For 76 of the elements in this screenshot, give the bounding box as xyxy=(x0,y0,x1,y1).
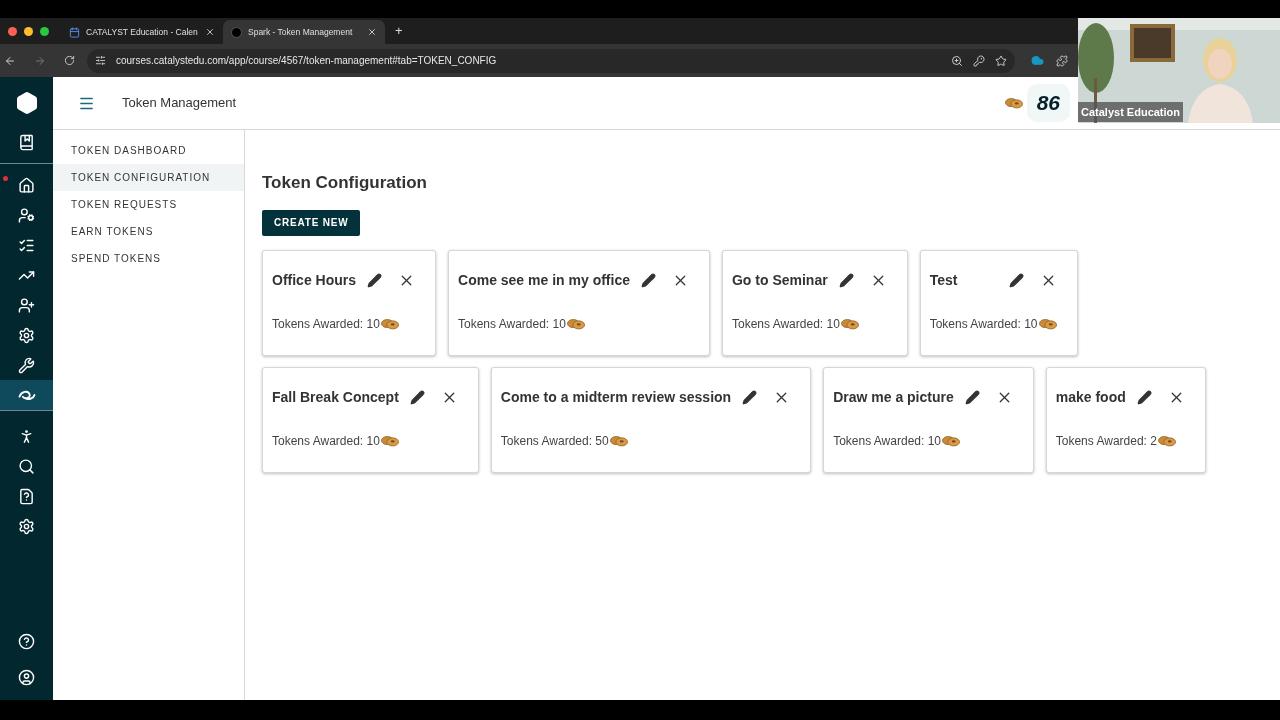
video-caption: Catalyst Education xyxy=(1078,101,1184,122)
site-icon xyxy=(231,26,242,38)
tokens-awarded: Tokens Awarded: 10 xyxy=(929,315,1038,333)
token-icon xyxy=(380,317,399,330)
user-gear-icon xyxy=(18,206,35,224)
token-icon xyxy=(942,434,960,447)
quiz-icon xyxy=(18,487,35,505)
card-title: Go to Seminar xyxy=(731,271,828,290)
token-icon xyxy=(1157,434,1176,447)
settings-icon xyxy=(18,517,35,535)
nav-item[interactable]: TOKEN REQUESTS xyxy=(53,191,244,218)
pencil-icon xyxy=(742,390,758,405)
key-icon[interactable] xyxy=(973,54,985,67)
tokens-awarded: Tokens Awarded: 10 xyxy=(731,315,840,333)
address-bar[interactable]: courses.catalystedu.com/app/course/4567/token-management#tab=TOKEN_CONFIG xyxy=(87,48,1015,73)
pencil-icon xyxy=(1136,390,1152,405)
token-balance: 86 xyxy=(1026,84,1070,122)
tokens-awarded: Tokens Awarded: 50 xyxy=(500,432,609,450)
token-icon xyxy=(1038,317,1057,330)
calendar-icon xyxy=(69,26,80,38)
zoom-icon[interactable] xyxy=(951,54,963,67)
card-title: Test xyxy=(929,271,958,290)
rail-button[interactable] xyxy=(0,380,53,410)
nav-item[interactable]: SPEND TOKENS xyxy=(53,245,244,272)
account-icon xyxy=(18,668,35,686)
card-title: Office Hours xyxy=(272,271,356,290)
search-icon xyxy=(18,457,35,475)
tokens-awarded: Tokens Awarded: 10 xyxy=(833,432,941,450)
site-settings-icon xyxy=(95,55,106,66)
tab-title: Spark - Token Management xyxy=(248,25,354,39)
logo-icon xyxy=(14,91,39,115)
pencil-icon xyxy=(964,390,980,405)
create-new-button[interactable]: CREATE NEW xyxy=(262,209,361,236)
tokens-awarded: Tokens Awarded: 2 xyxy=(1055,432,1157,450)
new-tab-button[interactable]: + xyxy=(395,21,403,41)
token-icon xyxy=(609,434,628,447)
tab-title: CATALYST Education - Calen xyxy=(86,25,199,39)
page-title: Token Configuration xyxy=(262,172,428,194)
token-icon xyxy=(1004,97,1023,109)
browser-tab[interactable]: Spark - Token Management xyxy=(223,20,385,44)
card-title: Draw me a picture xyxy=(833,388,954,407)
token-swirl-icon xyxy=(16,388,37,402)
home-icon xyxy=(18,176,35,194)
pencil-icon xyxy=(1008,273,1024,288)
tools-icon xyxy=(18,356,35,374)
url-text: courses.catalystedu.com/app/course/4567/token-management#tab=TOKEN_CONFIG xyxy=(116,54,497,68)
browser-tab[interactable]: CATALYST Education - Calen xyxy=(61,20,223,44)
extensions-icon[interactable] xyxy=(1056,54,1068,67)
token-icon xyxy=(840,317,859,330)
pencil-icon xyxy=(409,390,425,405)
close-icon[interactable] xyxy=(367,27,377,37)
tokens-awarded: Tokens Awarded: 10 xyxy=(458,315,566,333)
help-icon xyxy=(18,632,35,650)
tokens-awarded: Tokens Awarded: 10 xyxy=(272,432,380,450)
card-title: Fall Break Concept xyxy=(272,388,399,407)
nav-item[interactable]: EARN TOKENS xyxy=(53,218,244,245)
bookmark-star-icon[interactable] xyxy=(995,54,1007,67)
pencil-icon xyxy=(838,273,854,288)
app-title: Token Management xyxy=(122,94,237,113)
tokens-awarded: Tokens Awarded: 10 xyxy=(272,315,380,333)
back-icon[interactable] xyxy=(4,54,16,67)
nav-item[interactable]: TOKEN CONFIGURATION xyxy=(53,164,244,191)
reload-icon[interactable] xyxy=(64,55,75,66)
nav-item[interactable]: TOKEN DASHBOARD xyxy=(53,137,244,164)
pencil-icon xyxy=(640,273,656,288)
card-title: Come see me in my office xyxy=(458,271,630,290)
token-icon xyxy=(566,317,585,330)
book-icon xyxy=(18,133,35,151)
card-title: Come to a midterm review session xyxy=(500,388,732,407)
token-icon xyxy=(380,434,399,447)
card-title: make food xyxy=(1055,388,1126,407)
settings-icon xyxy=(18,326,35,344)
user-plus-icon xyxy=(18,296,35,314)
cloud-icon[interactable] xyxy=(1031,54,1044,67)
pencil-icon xyxy=(367,273,382,288)
close-icon[interactable] xyxy=(205,27,215,37)
